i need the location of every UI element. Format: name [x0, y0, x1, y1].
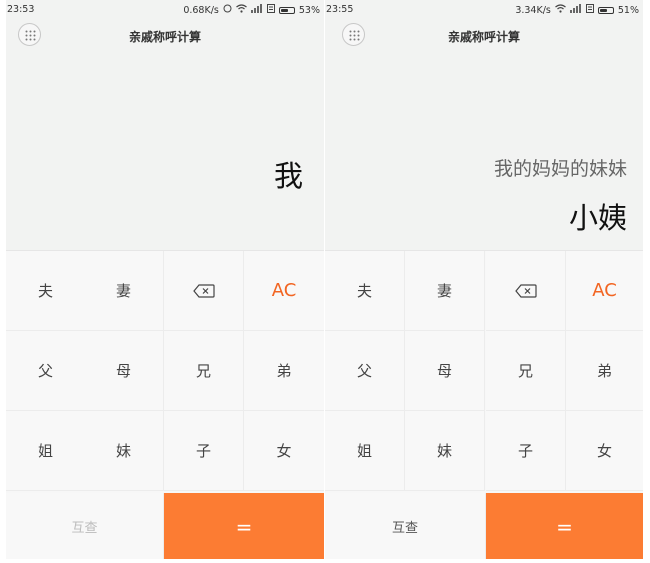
- keypad: 夫 妻 AC 父 母 兄 弟 姐 妹 子 女 互查 =: [6, 250, 324, 559]
- mutual-check-button[interactable]: 互查: [6, 493, 164, 559]
- key-daughter[interactable]: 女: [566, 411, 643, 491]
- app-title: 亲戚称呼计算: [447, 30, 520, 44]
- backspace-button[interactable]: [164, 251, 244, 331]
- title-bar: 亲戚称呼计算: [6, 20, 324, 50]
- wifi-icon: [555, 4, 566, 16]
- wifi-icon: [236, 4, 247, 16]
- backspace-button[interactable]: [486, 251, 566, 331]
- key-daughter[interactable]: 女: [244, 411, 324, 491]
- result-text: 我: [274, 159, 304, 193]
- mutual-check-button[interactable]: 互查: [325, 493, 486, 559]
- key-mother[interactable]: 母: [84, 331, 164, 411]
- key-husband[interactable]: 夫: [6, 251, 86, 331]
- key-son[interactable]: 子: [164, 411, 244, 491]
- backspace-icon: [192, 283, 215, 298]
- equals-button[interactable]: =: [486, 493, 643, 559]
- app-title: 亲戚称呼计算: [128, 30, 201, 44]
- battery-icon: [597, 6, 614, 14]
- signal-icon: [569, 4, 582, 16]
- backspace-icon: [514, 283, 537, 298]
- battery-percent: 53%: [298, 4, 320, 16]
- clear-all-button[interactable]: AC: [244, 251, 324, 331]
- keypad: 夫 妻 AC 父 母 兄 弟 姐 妹 子 女 互查 =: [325, 250, 643, 559]
- key-younger-brother[interactable]: 弟: [244, 331, 324, 411]
- clear-all-button[interactable]: AC: [566, 251, 643, 331]
- key-younger-sister[interactable]: 妹: [405, 411, 485, 491]
- key-elder-brother[interactable]: 兄: [486, 331, 566, 411]
- status-bar: 23:53 0.68K/s 53%: [6, 0, 324, 20]
- title-bar: 亲戚称呼计算: [325, 20, 643, 50]
- calc-display: 我的妈妈的妹妹 小姨: [325, 50, 643, 250]
- key-younger-sister[interactable]: 妹: [84, 411, 164, 491]
- key-father[interactable]: 父: [6, 331, 86, 411]
- key-elder-sister[interactable]: 姐: [6, 411, 86, 491]
- network-speed: 0.68K/s: [183, 4, 219, 16]
- phone-screen-right: 23:55 3.34K/s 51% 亲戚称呼计算 我的妈妈的妹妹 小姨 夫 妻 …: [325, 0, 643, 559]
- key-mother[interactable]: 母: [405, 331, 485, 411]
- expression-text: 我的妈妈的妹妹: [493, 158, 627, 180]
- signal-icon: [250, 4, 263, 16]
- battery-percent: 51%: [617, 4, 639, 16]
- status-time: 23:55: [326, 4, 354, 15]
- phone-screen-left: 23:53 0.68K/s 53% 亲戚称呼计算 我 夫 妻 AC 父 母 兄 …: [6, 0, 324, 559]
- status-bar: 23:55 3.34K/s 51%: [325, 0, 643, 20]
- key-elder-sister[interactable]: 姐: [325, 411, 405, 491]
- sim-icon: [266, 4, 275, 16]
- battery-icon: [278, 6, 295, 14]
- key-husband[interactable]: 夫: [325, 251, 405, 331]
- key-elder-brother[interactable]: 兄: [164, 331, 244, 411]
- key-father[interactable]: 父: [325, 331, 405, 411]
- sim-icon: [585, 4, 594, 16]
- alarm-icon: [223, 4, 232, 16]
- key-son[interactable]: 子: [486, 411, 566, 491]
- calc-display: 我: [6, 50, 324, 250]
- key-wife[interactable]: 妻: [405, 251, 485, 331]
- key-wife[interactable]: 妻: [84, 251, 164, 331]
- network-speed: 3.34K/s: [515, 4, 551, 16]
- equals-button[interactable]: =: [164, 493, 324, 559]
- result-text: 小姨: [568, 201, 627, 235]
- key-younger-brother[interactable]: 弟: [566, 331, 643, 411]
- status-time: 23:53: [7, 4, 35, 15]
